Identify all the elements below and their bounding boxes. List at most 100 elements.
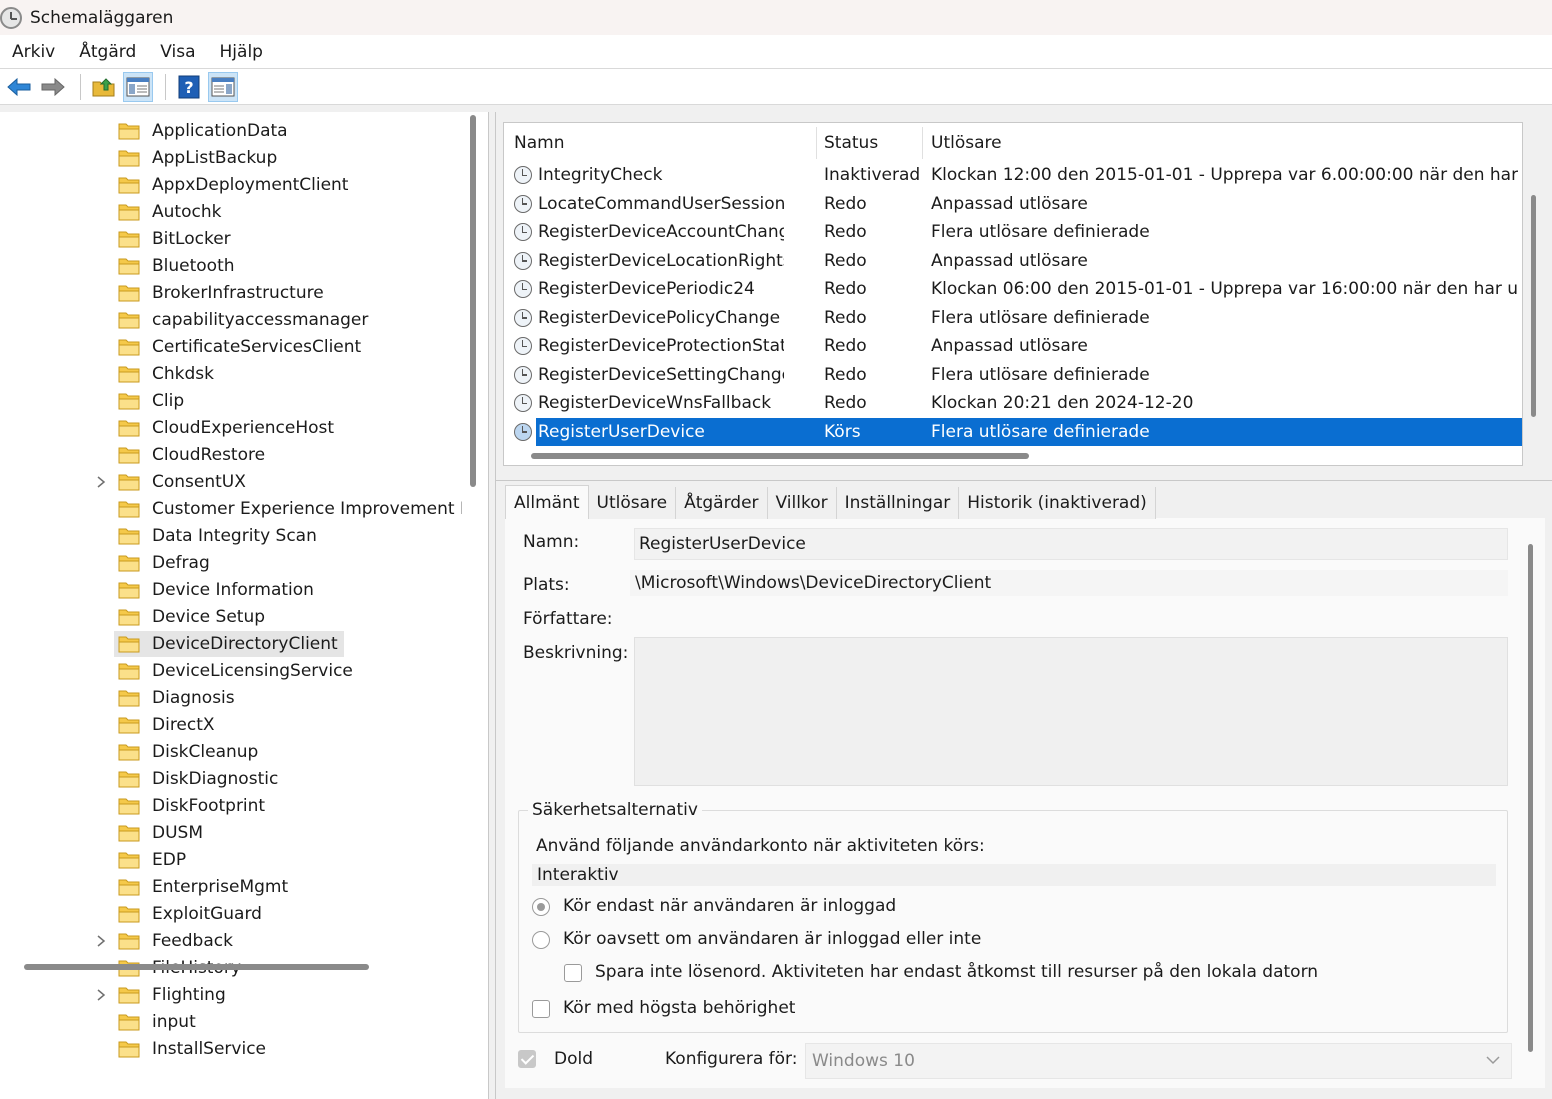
tree-item[interactable]: DirectX <box>114 712 215 738</box>
folder-icon <box>118 447 140 464</box>
name-field[interactable]: RegisterUserDevice <box>634 528 1508 560</box>
tree-item[interactable]: Feedback <box>114 928 233 954</box>
task-row[interactable]: LocateCommandUserSession Redo Anpassad utl… <box>508 190 1522 218</box>
tab-history[interactable]: Historik (inaktiverad) <box>959 487 1156 519</box>
tree-expand-chevron-icon[interactable] <box>94 469 108 495</box>
tree-item[interactable]: ApplicationData <box>114 118 288 144</box>
folder-icon <box>118 717 140 734</box>
task-row[interactable]: RegisterDeviceProtectionStateCha... Redo A… <box>508 332 1522 360</box>
task-status: Redo <box>824 364 867 385</box>
tree-item[interactable]: DiskDiagnostic <box>114 766 278 792</box>
tree-item[interactable]: EnterpriseMgmt <box>114 874 288 900</box>
column-divider[interactable] <box>922 127 923 159</box>
tree-item[interactable]: CertificateServicesClient <box>114 334 361 360</box>
tree-item[interactable]: InstallService <box>114 1036 266 1062</box>
menu-visa[interactable]: Visa <box>148 42 207 62</box>
tree-vertical-scrollbar[interactable] <box>470 115 476 487</box>
tree-expand-chevron-icon[interactable] <box>94 928 108 954</box>
hidden-label: Dold <box>554 1049 594 1069</box>
task-status: Redo <box>824 307 867 328</box>
task-row[interactable]: RegisterDeviceSettingChange Redo Flera utl… <box>508 361 1522 389</box>
folder-icon <box>118 798 140 815</box>
tree-item[interactable]: BrokerInfrastructure <box>114 280 324 306</box>
tree-item[interactable]: Data Integrity Scan <box>114 523 317 549</box>
run-highest-privileges-checkbox[interactable] <box>532 1000 550 1018</box>
tree-horizontal-scrollbar[interactable] <box>24 964 369 970</box>
task-list-vertical-scrollbar[interactable] <box>1531 195 1536 417</box>
hidden-checkbox[interactable] <box>518 1050 536 1068</box>
tree-item-selected[interactable]: DeviceDirectoryClient <box>114 631 344 657</box>
tree-item[interactable]: DiskCleanup <box>114 739 258 765</box>
tab-conditions[interactable]: Villkor <box>767 487 837 519</box>
tree-item[interactable]: CloudExperienceHost <box>114 415 334 441</box>
tree-item[interactable]: Defrag <box>114 550 210 576</box>
help-button[interactable]: ? <box>174 72 204 102</box>
task-clock-icon <box>514 365 532 384</box>
tab-actions[interactable]: Åtgärder <box>676 487 768 519</box>
tree-item[interactable]: ExploitGuard <box>114 901 262 927</box>
tree-item[interactable]: Flighting <box>114 982 226 1008</box>
pane-splitter[interactable] <box>488 112 496 1099</box>
tree-item[interactable]: Clip <box>114 388 184 414</box>
tab-settings[interactable]: Inställningar <box>836 487 960 519</box>
back-button[interactable] <box>4 72 34 102</box>
menu-atgard[interactable]: Åtgärd <box>67 42 148 62</box>
show-hide-action-pane-button[interactable] <box>208 71 238 102</box>
tree-item[interactable]: Device Setup <box>114 604 265 630</box>
menu-hjalp[interactable]: Hjälp <box>208 42 275 62</box>
run-only-when-logged-on-radio[interactable] <box>532 898 550 916</box>
tree-expand-chevron-icon[interactable] <box>94 982 108 1008</box>
tree-item[interactable]: EDP <box>114 847 186 873</box>
tree-item[interactable]: DUSM <box>114 820 203 846</box>
task-row[interactable]: RegisterDeviceAccountChange Redo Flera utl… <box>508 218 1522 246</box>
tree-item[interactable]: Diagnosis <box>114 685 235 711</box>
tab-general[interactable]: Allmänt <box>505 485 589 519</box>
column-header-trigger[interactable]: Utlösare <box>931 123 1002 163</box>
task-trigger: Klockan 12:00 den 2015-01-01 - Upprepa v… <box>931 165 1518 185</box>
tree-item-label: BrokerInfrastructure <box>152 283 324 303</box>
tree-item[interactable]: AppListBackup <box>114 145 277 171</box>
folder-icon <box>118 258 140 275</box>
description-field[interactable] <box>634 637 1508 786</box>
tree-item[interactable]: BitLocker <box>114 226 231 252</box>
tree-item[interactable]: ConsentUX <box>114 469 246 495</box>
tree-item[interactable]: Customer Experience Improvement Prog <box>114 496 462 522</box>
column-header-name[interactable]: Namn <box>514 123 564 163</box>
task-row[interactable]: RegisterDeviceLocationRightsCha... Redo An… <box>508 247 1522 275</box>
task-row[interactable]: RegisterDevicePolicyChange Redo Flera utlö… <box>508 304 1522 332</box>
tree-item[interactable]: Bluetooth <box>114 253 235 279</box>
tree-item[interactable]: capabilityaccessmanager <box>114 307 368 333</box>
do-not-store-password-checkbox[interactable] <box>564 964 582 982</box>
task-row-selected[interactable]: RegisterUserDevice Körs Flera utlösare def… <box>536 417 1522 446</box>
run-whether-logged-on-radio[interactable] <box>532 931 550 949</box>
tree-item-label: Bluetooth <box>152 256 235 276</box>
tree-item[interactable]: Device Information <box>114 577 314 603</box>
configure-for-select[interactable]: Windows 10 <box>805 1043 1512 1079</box>
forward-button[interactable] <box>38 72 68 102</box>
task-clock-icon <box>514 422 532 441</box>
column-header-status[interactable]: Status <box>824 123 878 163</box>
tree-item-label: ApplicationData <box>152 121 288 141</box>
tree-item-label: InstallService <box>152 1039 267 1059</box>
tree-item[interactable]: Autochk <box>114 199 221 225</box>
task-clock-icon <box>514 337 532 355</box>
up-one-level-button[interactable] <box>89 72 119 102</box>
detail-vertical-scrollbar[interactable] <box>1528 544 1533 1052</box>
tree-item[interactable]: input <box>114 1009 196 1035</box>
menu-arkiv[interactable]: Arkiv <box>0 42 67 62</box>
task-row[interactable]: RegisterDeviceWnsFallback Redo Klockan 20:… <box>508 389 1522 417</box>
folder-icon <box>118 1041 140 1058</box>
task-trigger: Anpassad utlösare <box>931 250 1088 271</box>
show-hide-console-tree-button[interactable] <box>123 71 153 102</box>
task-list-horizontal-scrollbar[interactable] <box>531 453 1029 459</box>
task-row[interactable]: IntegrityCheck Inaktiverad Klockan 12:00 d… <box>508 161 1522 189</box>
tree-item[interactable]: DiskFootprint <box>114 793 265 819</box>
tree-item[interactable]: AppxDeploymentClient <box>114 172 348 198</box>
tree-item[interactable]: Chkdsk <box>114 361 214 387</box>
column-divider[interactable] <box>816 127 817 159</box>
tree-item[interactable]: DeviceLicensingService <box>114 658 353 684</box>
task-row[interactable]: RegisterDevicePeriodic24 Redo Klockan 06:0… <box>508 275 1522 303</box>
tab-triggers[interactable]: Utlösare <box>588 487 677 519</box>
tree-item-label: ExploitGuard <box>152 904 262 924</box>
tree-item[interactable]: CloudRestore <box>114 442 265 468</box>
